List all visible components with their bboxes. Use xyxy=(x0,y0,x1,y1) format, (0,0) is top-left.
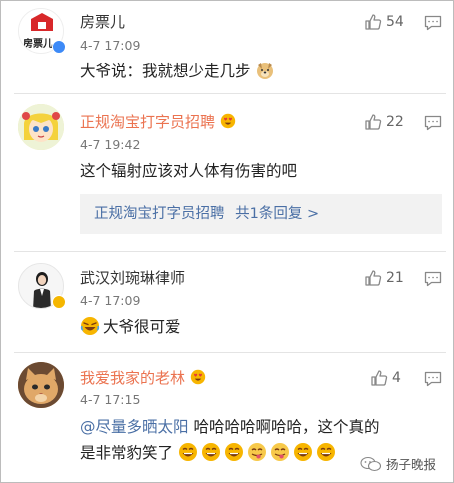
comment-text-line-2: 是非常豹笑了 xyxy=(80,442,339,464)
cat-avatar-icon xyxy=(18,362,64,408)
thumbs-up-icon xyxy=(365,270,382,286)
laughing-emoji xyxy=(316,443,335,461)
like-button[interactable]: 21 xyxy=(364,269,404,287)
comment-time: 4-7 17:15 xyxy=(80,392,141,407)
tongue-out-emoji xyxy=(270,443,289,461)
like-count: 22 xyxy=(386,114,404,130)
laughing-emoji xyxy=(293,443,312,461)
comment-time: 4-7 17:09 xyxy=(80,38,141,53)
reply-preview[interactable]: 正规淘宝打字员招聘 共1条回复 > xyxy=(80,194,442,234)
message-icon[interactable] xyxy=(424,271,442,287)
watermark-text: 扬子晚报 xyxy=(385,457,436,472)
comment-author[interactable]: 正规淘宝打字员招聘 xyxy=(80,112,239,132)
avatar-anime-girl[interactable] xyxy=(18,104,64,150)
comment-author[interactable]: 房票儿 xyxy=(80,12,125,32)
verified-badge xyxy=(52,40,66,54)
heart-eyes-emoji xyxy=(190,369,205,385)
comment-author[interactable]: 武汉刘琬琳律师 xyxy=(80,268,185,288)
avatar-cat[interactable] xyxy=(18,362,64,408)
reply-author: 正规淘宝打字员招聘 xyxy=(94,206,225,222)
comment-divider xyxy=(14,352,446,353)
comment-divider xyxy=(14,93,446,94)
laughing-emoji xyxy=(80,317,100,335)
heart-eyes-emoji xyxy=(220,113,235,129)
comment-time: 4-7 17:09 xyxy=(80,293,141,308)
laughing-emoji xyxy=(224,443,243,461)
reply-summary: 共1条回复 > xyxy=(235,206,320,222)
like-count: 4 xyxy=(392,370,401,386)
comment-text-line-1: @尽量多晒太阳 哈哈哈哈啊哈哈，这个真的 xyxy=(80,418,380,436)
mention-link[interactable]: @尽量多晒太阳 xyxy=(80,418,189,436)
dog-emoji xyxy=(257,63,274,79)
comment-author[interactable]: 我爱我家的老林 xyxy=(80,368,209,388)
anime-avatar-icon xyxy=(18,104,64,150)
laughing-emoji xyxy=(178,443,197,461)
avatar-text: 房票儿 xyxy=(23,39,53,50)
like-button[interactable]: 54 xyxy=(364,13,404,31)
thumbs-up-icon xyxy=(365,114,382,130)
message-icon[interactable] xyxy=(424,115,442,131)
like-count: 21 xyxy=(386,270,404,286)
comment-divider xyxy=(14,251,446,252)
thumbs-up-icon xyxy=(371,370,388,386)
tongue-out-emoji xyxy=(247,443,266,461)
comment-text: 大爷很可爱 xyxy=(80,316,181,338)
wechat-icon xyxy=(360,456,382,471)
message-icon[interactable] xyxy=(424,15,442,31)
like-button[interactable]: 4 xyxy=(370,369,401,387)
emoji-row xyxy=(178,443,339,462)
comment-time: 4-7 19:42 xyxy=(80,137,141,152)
like-count: 54 xyxy=(386,14,404,30)
laughing-emoji xyxy=(201,443,220,461)
message-icon[interactable] xyxy=(424,371,442,387)
comment-text: 大爷说：我就想少走几步 xyxy=(80,60,278,82)
like-button[interactable]: 22 xyxy=(364,113,404,131)
watermark: 扬子晚报 xyxy=(360,454,436,473)
thumbs-up-icon xyxy=(365,14,382,30)
verified-badge xyxy=(52,295,66,309)
comment-text: 这个辐射应该对人体有伤害的吧 xyxy=(80,162,298,180)
